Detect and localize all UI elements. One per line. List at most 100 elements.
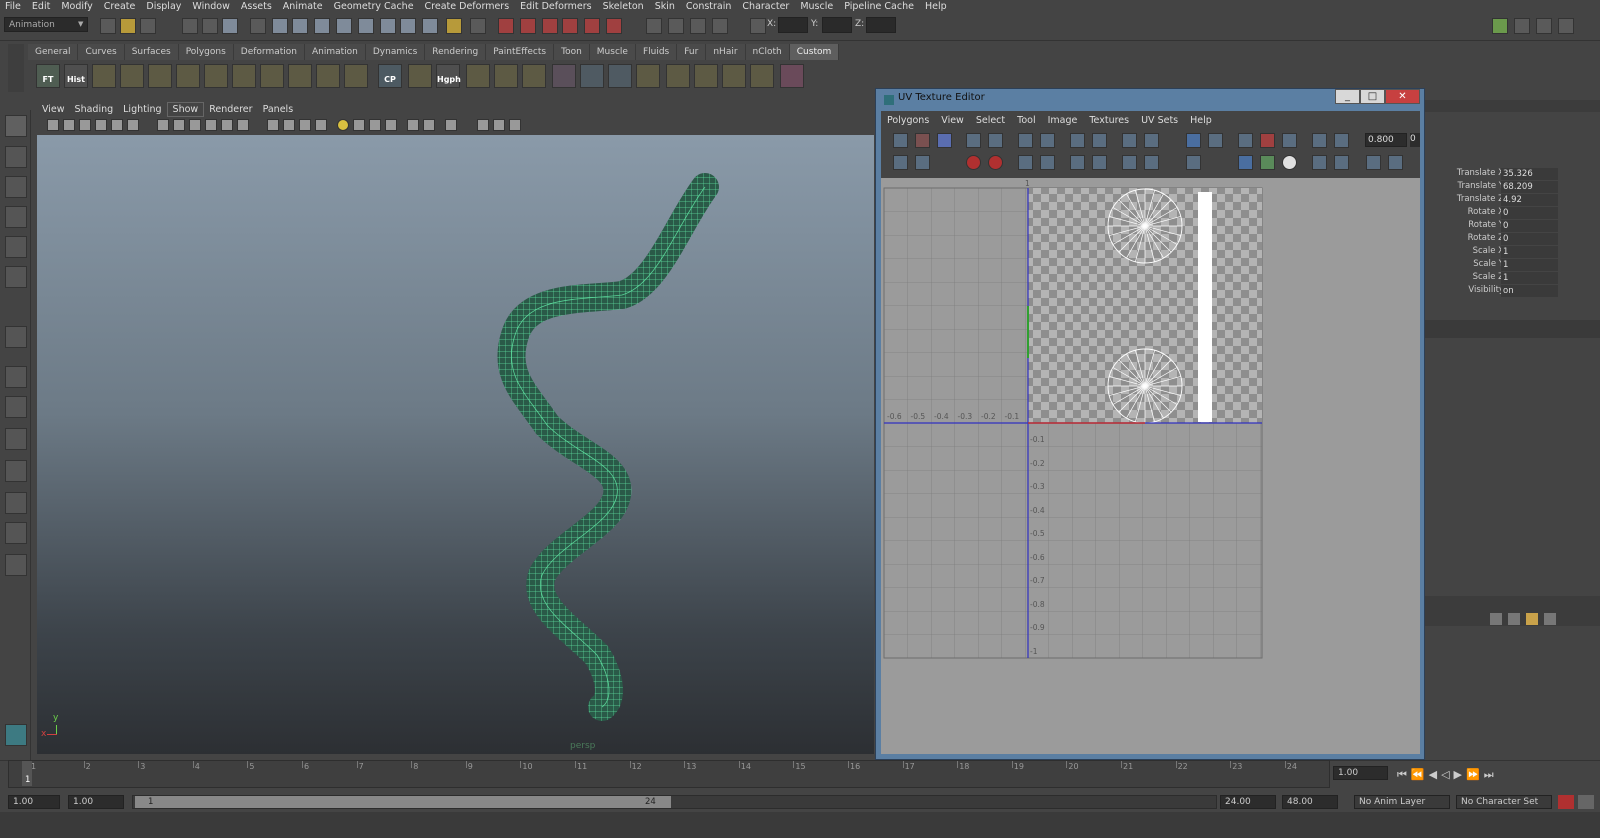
shelf-tab-rendering[interactable]: Rendering: [425, 44, 487, 60]
uv-layout-icon[interactable]: [1018, 155, 1033, 170]
lock-selection-icon[interactable]: [446, 18, 462, 34]
shelf-button-9[interactable]: [260, 64, 284, 88]
uv-image-display-icon[interactable]: [1186, 133, 1201, 148]
current-time-field[interactable]: 1.00: [1333, 766, 1388, 780]
uv-split-icon[interactable]: [1144, 133, 1159, 148]
layout-options-icon[interactable]: [5, 554, 27, 576]
menu-modify[interactable]: Modify: [56, 1, 98, 12]
menu-create[interactable]: Create: [99, 1, 142, 12]
channel-value[interactable]: 1: [1501, 246, 1558, 258]
shelf-tab-general[interactable]: General: [28, 44, 79, 60]
safe-action-icon[interactable]: [237, 119, 249, 131]
viewport-menu-shading[interactable]: Shading: [70, 102, 119, 117]
uv-gamma-icon[interactable]: [1334, 133, 1349, 148]
uv-viewport[interactable]: 1 -0.6 -0.5 -0.4 -0.3 -0.2 -0.1 -0.1 -0.2 -0.3-…: [881, 178, 1420, 754]
camera-attr-icon[interactable]: [47, 119, 59, 131]
shelf-button-6[interactable]: [176, 64, 200, 88]
shelf-tab-toon[interactable]: Toon: [554, 44, 590, 60]
uv-sew-icon[interactable]: [1092, 133, 1107, 148]
time-slider-track[interactable]: 1 2 3 4 5 6 7 8 9 10 11 12 13 14 15 16 17 18 19 20 21 22 23 24: [8, 760, 1330, 788]
shelf-button-20[interactable]: [580, 64, 604, 88]
play-backward-icon[interactable]: ◁: [1441, 768, 1453, 781]
uv-copy-uvs-icon[interactable]: [1366, 155, 1381, 170]
uv-exposure-field[interactable]: 0.800: [1365, 133, 1407, 147]
maximize-button[interactable]: □: [1360, 89, 1385, 104]
y-field[interactable]: [822, 17, 852, 33]
smooth-shade-icon[interactable]: [283, 119, 295, 131]
uv-straighten-icon[interactable]: [1070, 155, 1085, 170]
uv-exposure-icon[interactable]: [1312, 133, 1327, 148]
new-layer-icon[interactable]: [1490, 613, 1502, 625]
shelf-button-14[interactable]: [408, 64, 432, 88]
ao-icon[interactable]: [369, 119, 381, 131]
anim-prefs-icon[interactable]: [1578, 795, 1594, 809]
playback-start-field[interactable]: 1.00: [68, 795, 124, 809]
uv-menu-image[interactable]: Image: [1042, 113, 1084, 128]
tool-settings-icon[interactable]: [1536, 18, 1552, 34]
uv-flip-u-icon[interactable]: [966, 133, 981, 148]
persp-hypershade-layout-icon[interactable]: [5, 492, 27, 514]
lasso-tool-icon[interactable]: [5, 146, 27, 168]
xray-components-icon[interactable]: [509, 119, 521, 131]
close-button[interactable]: ✕: [1385, 89, 1420, 104]
uv-edit-icon[interactable]: [937, 133, 952, 148]
uv-relax-icon[interactable]: [1122, 155, 1137, 170]
character-set-dropdown[interactable]: No Character Set: [1456, 795, 1552, 809]
uv-grid-toggle-icon[interactable]: [1238, 133, 1253, 148]
rotate-tool-icon[interactable]: [5, 236, 27, 258]
shelf-tab-surfaces[interactable]: Surfaces: [124, 44, 179, 60]
menu-assets[interactable]: Assets: [236, 1, 278, 12]
save-scene-icon[interactable]: [140, 18, 156, 34]
menu-constrain[interactable]: Constrain: [681, 1, 738, 12]
sidebar-toggle-icon[interactable]: [1492, 18, 1508, 34]
single-pane-layout-icon[interactable]: [5, 366, 27, 388]
image-plane-icon[interactable]: [79, 119, 91, 131]
resolution-gate-icon[interactable]: [189, 119, 201, 131]
dof-icon[interactable]: [423, 119, 435, 131]
uv-menu-textures[interactable]: Textures: [1083, 113, 1135, 128]
uv-menu-uv-sets[interactable]: UV Sets: [1135, 113, 1184, 128]
shelf-tab-nhair[interactable]: nHair: [706, 44, 746, 60]
channel-value[interactable]: 0: [1501, 220, 1558, 232]
uv-isolate-icon[interactable]: [966, 155, 981, 170]
animation-end-field[interactable]: 48.00: [1282, 795, 1338, 809]
menu-set-dropdown[interactable]: Animation: [4, 17, 88, 32]
uv-frame-selection-icon[interactable]: [915, 155, 930, 170]
shelf-button-17[interactable]: [494, 64, 518, 88]
animation-start-field[interactable]: 1.00: [8, 795, 60, 809]
uv-move-sew-icon[interactable]: [1122, 133, 1137, 148]
channel-box-toggle-icon[interactable]: [1558, 18, 1574, 34]
uv-snapshot-icon[interactable]: [1312, 155, 1327, 170]
uv-rgb-icon[interactable]: [1260, 155, 1275, 170]
x-field[interactable]: [778, 17, 808, 33]
grid-icon[interactable]: [157, 119, 169, 131]
isolate-icon[interactable]: [445, 119, 457, 131]
surface-mask-icon[interactable]: [336, 18, 352, 34]
step-back-frame-icon[interactable]: ⏪: [1411, 768, 1429, 781]
playback-end-field[interactable]: 24.00: [1220, 795, 1276, 809]
shelf-button-27[interactable]: [780, 64, 804, 88]
uv-pixel-snap-icon[interactable]: [1260, 133, 1275, 148]
uv-checker-icon[interactable]: [1208, 133, 1223, 148]
go-to-start-icon[interactable]: ⏮: [1397, 768, 1411, 781]
gate-mask-icon[interactable]: [205, 119, 217, 131]
shelf-tab-fluids[interactable]: Fluids: [635, 44, 678, 60]
shelf-tab-deformation[interactable]: Deformation: [233, 44, 305, 60]
viewport-menu-show[interactable]: Show: [166, 102, 205, 117]
ipr-render-icon[interactable]: [690, 18, 706, 34]
textured-icon[interactable]: [315, 119, 327, 131]
new-scene-icon[interactable]: [100, 18, 116, 34]
uv-smudge-icon[interactable]: [1144, 155, 1159, 170]
shelf-button-hist[interactable]: Hist: [64, 64, 88, 88]
uv-rotate-cw-icon[interactable]: [1040, 133, 1055, 148]
uv-select-shell-icon[interactable]: [915, 133, 930, 148]
deform-mask-icon[interactable]: [358, 18, 374, 34]
shelf-button-24[interactable]: [694, 64, 718, 88]
dynamics-mask-icon[interactable]: [380, 18, 396, 34]
maya-logo-icon[interactable]: [5, 724, 27, 746]
shelf-button-23[interactable]: [666, 64, 690, 88]
channel-value[interactable]: 1: [1501, 272, 1558, 284]
uv-bake-icon[interactable]: [1334, 155, 1349, 170]
menu-geometry-cache[interactable]: Geometry Cache: [329, 1, 420, 12]
uv-isolate-remove-icon[interactable]: [988, 155, 1003, 170]
